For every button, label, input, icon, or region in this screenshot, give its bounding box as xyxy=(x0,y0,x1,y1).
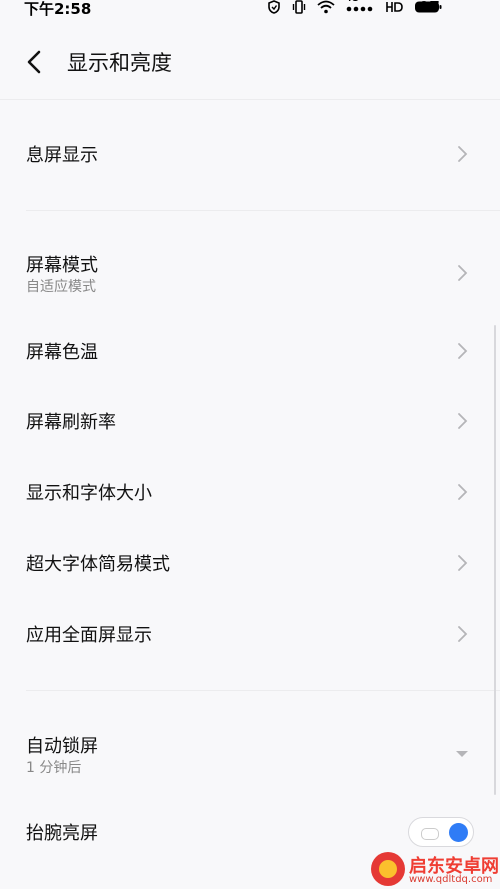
watermark-logo-icon xyxy=(371,852,405,886)
network-type: 4G xyxy=(346,0,358,3)
settings-item-value: 1 分钟后 xyxy=(26,760,82,776)
settings-item-simple-mode[interactable]: 超大字体简易模式 xyxy=(0,527,500,597)
vibrate-icon xyxy=(292,0,306,14)
chevron-right-icon xyxy=(458,626,468,642)
settings-item-auto-lock[interactable]: 自动锁屏 1 分钟后 xyxy=(0,720,500,790)
settings-item-value: 自适应模式 xyxy=(26,279,96,295)
settings-item-label: 屏幕刷新率 xyxy=(26,412,116,433)
status-icons: 4G xyxy=(267,0,442,14)
section-divider xyxy=(26,690,500,691)
settings-item-fullscreen-apps[interactable]: 应用全面屏显示 xyxy=(0,598,500,668)
wifi-icon xyxy=(317,0,335,14)
settings-item-label: 超大字体简易模式 xyxy=(26,554,170,575)
chevron-right-icon xyxy=(458,484,468,500)
settings-item-always-on-display[interactable]: 息屏显示 xyxy=(0,100,500,210)
section-divider xyxy=(26,210,500,211)
scrollbar[interactable] xyxy=(494,325,496,795)
settings-item-label: 屏幕模式 xyxy=(26,255,98,276)
shield-icon xyxy=(267,0,281,14)
chevron-left-icon xyxy=(27,50,41,74)
chevron-right-icon xyxy=(458,265,468,281)
chevron-right-icon xyxy=(458,343,468,359)
toggle-knob xyxy=(449,823,468,842)
status-bar: 下午2:58 4G 97 xyxy=(0,0,500,18)
settings-item-refresh-rate[interactable]: 屏幕刷新率 xyxy=(0,386,500,456)
dropdown-arrow-icon xyxy=(456,751,468,757)
back-button[interactable] xyxy=(20,46,48,78)
page-title: 显示和亮度 xyxy=(67,51,172,75)
battery-level: 97 xyxy=(419,0,440,16)
chevron-right-icon xyxy=(458,146,468,162)
settings-item-label: 抬腕亮屏 xyxy=(26,823,98,844)
signal-icon: 4G xyxy=(346,0,374,14)
hd-icon xyxy=(385,0,403,14)
settings-item-label: 自动锁屏 xyxy=(26,736,98,757)
status-time: 下午2:58 xyxy=(24,0,92,18)
header: 显示和亮度 xyxy=(0,42,500,82)
toggle-track-mark xyxy=(421,828,439,840)
settings-item-label: 显示和字体大小 xyxy=(26,483,152,504)
settings-item-label: 屏幕色温 xyxy=(26,342,98,363)
settings-item-label: 应用全面屏显示 xyxy=(26,625,152,646)
chevron-right-icon xyxy=(458,555,468,571)
chevron-right-icon xyxy=(458,413,468,429)
watermark-url: www.qdltdq.com xyxy=(409,874,493,885)
settings-item-screen-mode[interactable]: 屏幕模式 自适应模式 xyxy=(0,240,500,310)
settings-item-display-font-size[interactable]: 显示和字体大小 xyxy=(0,456,500,526)
settings-item-color-temperature[interactable]: 屏幕色温 xyxy=(0,316,500,386)
settings-item-label: 息屏显示 xyxy=(26,145,98,166)
watermark: 启东安卓网 www.qdltdq.com xyxy=(371,850,500,889)
raise-to-wake-toggle[interactable] xyxy=(408,817,474,847)
